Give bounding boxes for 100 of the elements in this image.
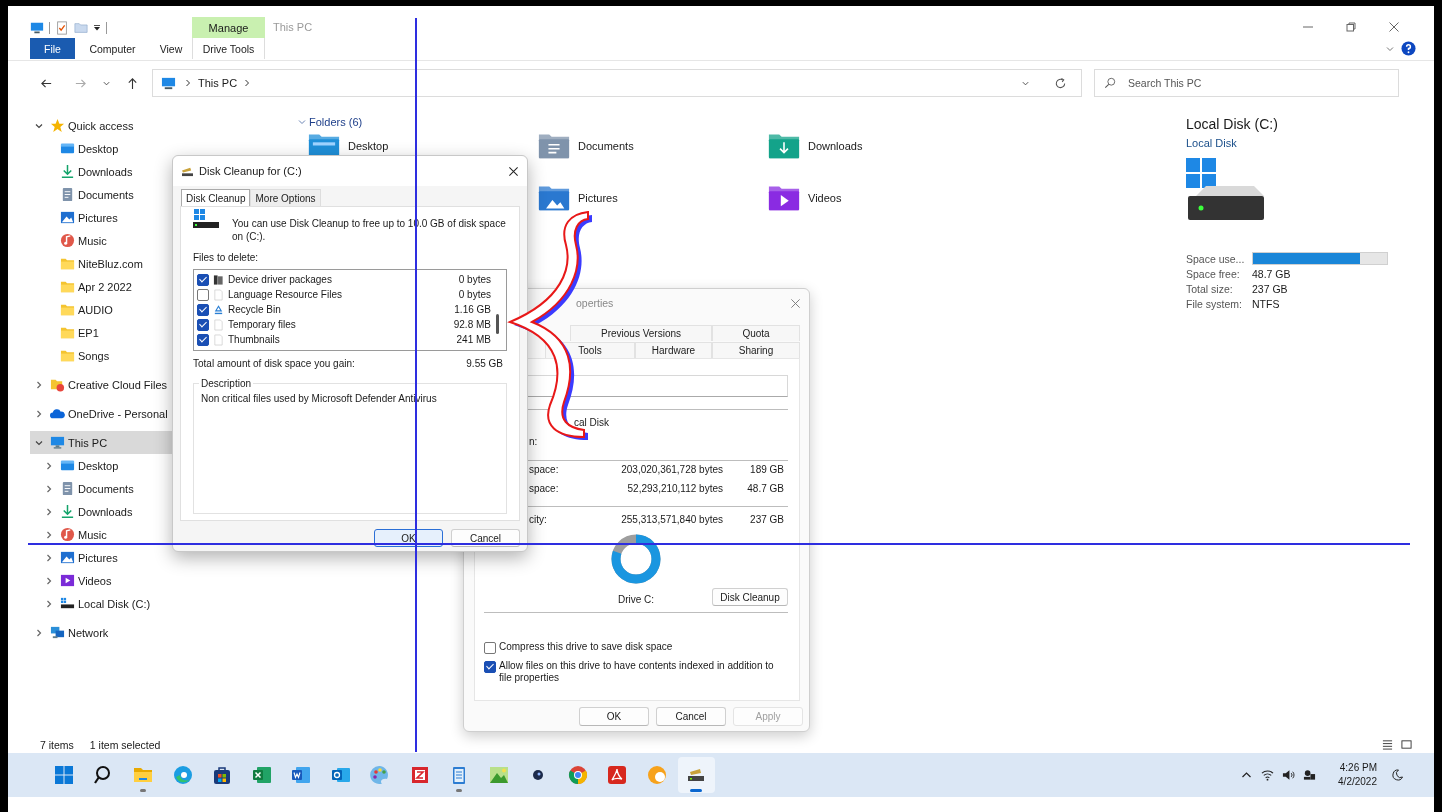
sidebar-item[interactable]: OneDrive - Personal — [30, 402, 290, 425]
chevron-right-icon[interactable] — [34, 408, 44, 419]
chevron-right-icon[interactable] — [44, 506, 54, 517]
checkbox-label[interactable]: Compress this drive to save disk space — [499, 641, 788, 653]
tiles-view-icon[interactable] — [1401, 739, 1412, 750]
spreadsheet-icon — [251, 765, 272, 785]
drive-icon — [1186, 158, 1266, 222]
checkbox[interactable] — [197, 288, 209, 301]
field-label: Total size: — [1186, 283, 1234, 295]
caret-icon[interactable] — [93, 23, 101, 32]
ribbon-tab[interactable]: Drive Tools — [192, 38, 265, 59]
folder-icon — [538, 184, 570, 211]
clock-time[interactable]: 4:26 PM — [1339, 761, 1377, 775]
file-size: 241 MB — [456, 334, 491, 345]
sidebar-item[interactable]: Desktop — [30, 454, 290, 477]
dialog-title: operties — [576, 297, 614, 309]
folder-tile[interactable]: Pictures — [538, 184, 768, 224]
sidebar-item[interactable]: Quick access — [30, 114, 290, 137]
file-size: 1.16 GB — [454, 304, 491, 315]
sidebar-item[interactable]: Network — [30, 621, 290, 644]
usage-ring-drawing — [611, 534, 661, 584]
music-note-icon — [60, 527, 75, 542]
drive-label: Drive C: — [617, 594, 655, 606]
folder-icon — [60, 256, 75, 271]
recycle-bin-icon — [213, 303, 224, 316]
package-icon — [213, 273, 224, 286]
refresh-icon[interactable] — [1054, 76, 1067, 90]
folder-icon — [60, 302, 75, 317]
chevron-right-icon[interactable] — [34, 627, 44, 638]
restore-icon[interactable] — [1345, 21, 1357, 33]
total-value: 9.55 GB — [466, 358, 503, 371]
checkbox[interactable] — [197, 303, 209, 316]
file-size: 0 bytes — [458, 289, 491, 300]
chevron-right-icon[interactable] — [44, 575, 54, 586]
sidebar-item[interactable]: Documents — [30, 477, 290, 500]
search-field[interactable]: Search This PC — [1094, 69, 1399, 97]
folder-tile[interactable]: Documents — [538, 132, 768, 172]
scrollbar-thumb[interactable] — [495, 314, 499, 334]
sidebar-item[interactable]: Local Disk (C:) — [30, 592, 290, 615]
dialog-button[interactable]: Cancel — [656, 707, 726, 726]
checkbox[interactable] — [197, 318, 209, 331]
chevron-right-icon[interactable] — [44, 460, 54, 471]
checkbox[interactable] — [484, 642, 496, 654]
checkbox-label[interactable]: Allow files on this drive to have contents indexed in addition to file properties — [499, 660, 788, 684]
tab[interactable]: Sharing — [712, 342, 800, 358]
tab[interactable]: More Options — [250, 189, 321, 206]
chevron-right-icon — [184, 79, 192, 87]
files-label: Files to delete: — [193, 251, 260, 265]
chevron-right-icon[interactable] — [44, 552, 54, 563]
tab[interactable]: Quota — [712, 325, 800, 341]
tab[interactable]: Previous Versions — [570, 325, 712, 341]
file-category[interactable]: Language Resource Files — [228, 289, 455, 300]
chevron-right-icon[interactable] — [34, 379, 44, 390]
checkbox[interactable] — [197, 273, 209, 286]
sidebar-item[interactable]: Desktop — [30, 137, 290, 160]
details-view-icon[interactable] — [1382, 739, 1393, 750]
monitor-icon[interactable] — [30, 20, 44, 35]
sidebar-item[interactable]: Downloads — [30, 500, 290, 523]
sidebar-item[interactable]: Pictures — [30, 546, 290, 569]
clock-date[interactable]: 4/2/2022 — [1338, 775, 1377, 789]
file-category[interactable]: Thumbnails — [228, 334, 453, 345]
folder-tile[interactable]: Downloads — [768, 132, 998, 172]
sidebar-item[interactable]: Videos — [30, 569, 290, 592]
cloud-icon — [50, 406, 65, 421]
type-label: cal Disk — [573, 416, 610, 430]
ribbon-tab[interactable]: Computer — [75, 38, 150, 59]
chevron-right-icon[interactable] — [44, 529, 54, 540]
mail-icon — [330, 765, 351, 785]
device-icon[interactable] — [1303, 769, 1317, 781]
section-header[interactable]: Folders (6) — [297, 114, 1170, 130]
app-icon — [646, 765, 667, 785]
taskbar-button[interactable] — [678, 757, 715, 793]
folder-tile[interactable]: Videos — [768, 184, 998, 224]
moon-icon[interactable] — [1391, 769, 1404, 781]
contextual-group-label: Manage — [192, 17, 265, 38]
chevron-right-icon[interactable] — [44, 483, 54, 494]
address-bar[interactable]: This PC — [152, 69, 1082, 97]
files-list[interactable]: Device driver packages 0 bytes Language Resource Files 0 bytes Recycle Bin 1.16 GB Temporary files 92.8 MB Thumbnails 241 MB — [193, 269, 507, 351]
details-subtitle: Local Disk — [1186, 137, 1238, 149]
speaker-icon[interactable] — [1282, 769, 1296, 781]
file-category[interactable]: Temporary files — [228, 319, 450, 330]
file-category[interactable]: Device driver packages — [228, 274, 455, 285]
dialog-button[interactable]: OK — [579, 707, 649, 726]
disk-cleanup-button[interactable]: Disk Cleanup — [712, 588, 788, 606]
tab[interactable]: Hardware — [635, 342, 712, 358]
help-icon[interactable] — [1401, 41, 1416, 56]
chevron-right-icon[interactable] — [44, 598, 54, 609]
chevron-right-icon[interactable] — [243, 79, 252, 87]
wifi-icon[interactable] — [1261, 769, 1275, 781]
sidebar-item[interactable]: Music — [30, 523, 290, 546]
close-icon[interactable] — [508, 165, 519, 177]
checklist-icon[interactable] — [55, 20, 69, 35]
drive-icon — [193, 209, 219, 229]
ribbon-tab[interactable]: File — [30, 38, 75, 59]
breadcrumb[interactable]: This PC — [198, 77, 238, 89]
ribbon-tab[interactable]: View — [150, 38, 192, 59]
tab[interactable]: Disk Cleanup — [181, 189, 251, 206]
checkbox[interactable] — [197, 333, 209, 346]
checkbox[interactable] — [484, 661, 496, 673]
file-category[interactable]: Recycle Bin — [228, 304, 451, 315]
